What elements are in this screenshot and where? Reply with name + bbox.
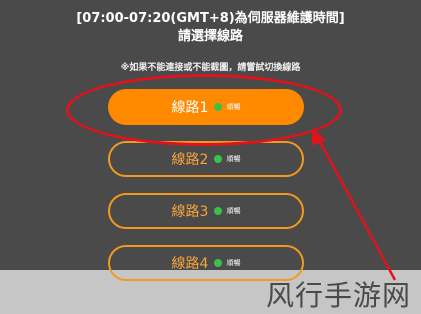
watermark-logo: 风行手游网 — [265, 279, 411, 312]
annotation-arrow-icon — [312, 128, 397, 281]
route-selection-screen: [07:00-07:20(GMT+8)為伺服器維護時間] 請選擇線路 ※如果不能… — [0, 0, 421, 314]
